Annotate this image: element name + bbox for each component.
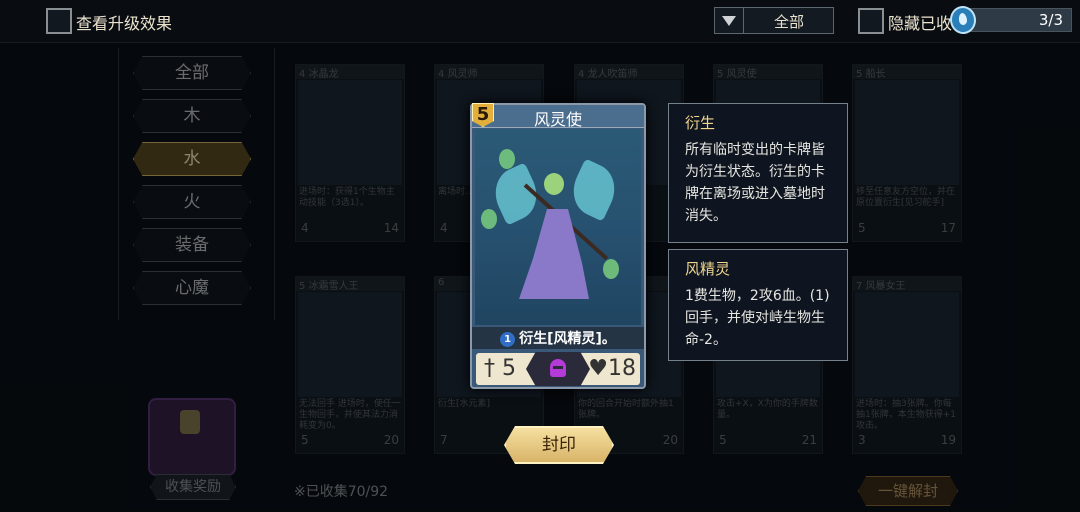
wind-sprite-icon bbox=[603, 259, 619, 279]
show-upgrade-label: 查看升级效果 bbox=[76, 14, 173, 33]
card-art bbox=[475, 129, 641, 325]
filter-selected-value: 全部 bbox=[773, 13, 804, 31]
card-name: 风灵使 bbox=[533, 110, 582, 129]
hide-collected-label: 隐藏已收 bbox=[888, 14, 953, 33]
health-value: ♥18 bbox=[588, 356, 636, 381]
tooltip-body: 所有临时变出的卡牌皆为衍生状态。衍生的卡牌在离场或进入墓地时消失。 bbox=[685, 142, 825, 224]
hide-collected-checkbox[interactable] bbox=[858, 8, 884, 34]
level-badge: 1 bbox=[500, 332, 516, 347]
wind-sprite-icon bbox=[481, 209, 497, 229]
card-stat-bar: † 5 ♥18 bbox=[476, 352, 640, 386]
helmet-icon bbox=[550, 359, 566, 377]
fairy-figure bbox=[519, 209, 589, 299]
fairy-wing-right bbox=[564, 158, 624, 222]
wind-sprite-icon bbox=[499, 149, 515, 169]
progress-text: 3/3 bbox=[1038, 11, 1063, 29]
tooltip-wind-sprite: 风精灵 1费生物，2攻6血。(1)回手，并使对峙生物生命-2。 bbox=[668, 249, 848, 361]
tooltip-derivative: 衍生 所有临时变出的卡牌皆为衍生状态。衍生的卡牌在离场或进入墓地时消失。 bbox=[668, 103, 848, 243]
progress-bar: 3/3 bbox=[960, 8, 1072, 32]
card-ability-text: 衍生[风精灵]。 bbox=[519, 331, 616, 347]
tooltip-title: 衍生 bbox=[685, 114, 716, 132]
fairy-head bbox=[544, 173, 564, 195]
attack-value: † 5 bbox=[484, 356, 516, 381]
tooltip-body: 1费生物，2攻6血。(1)回手，并使对峙生物生命-2。 bbox=[685, 288, 830, 348]
card-title-bar: 风灵使 bbox=[472, 105, 644, 129]
stat-center-plate bbox=[526, 352, 590, 386]
seal-button[interactable]: 封印 bbox=[504, 426, 614, 464]
top-bar: 查看升级效果 全部 隐藏已收 3/3 bbox=[0, 0, 1080, 43]
filter-dropdown[interactable]: 全部 bbox=[714, 7, 834, 34]
health-number: 18 bbox=[608, 356, 636, 381]
card-ability: 1 衍生[风精灵]。 bbox=[472, 328, 644, 348]
chevron-down-icon bbox=[715, 8, 744, 33]
attack-number: 5 bbox=[502, 356, 516, 381]
featured-card: 风灵使 1 衍生[风精灵]。 † 5 ♥18 bbox=[470, 103, 646, 389]
show-upgrade-checkbox[interactable] bbox=[46, 8, 72, 34]
tooltip-title: 风精灵 bbox=[685, 260, 731, 278]
